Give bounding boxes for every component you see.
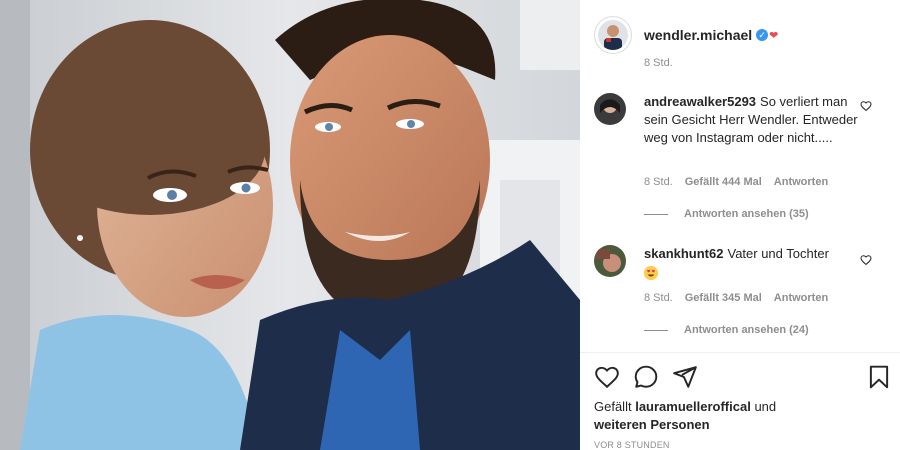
comment-button[interactable]	[633, 364, 659, 395]
post-sidebar: wendler.michael ✓ ❤ 8 Std. andreawalker5…	[580, 0, 900, 450]
verified-badge-icon: ✓	[756, 29, 769, 41]
liked-by-suffix: und	[754, 399, 777, 414]
comment-likes[interactable]: Gefällt 345 Mal	[685, 292, 762, 304]
comment-like-button[interactable]	[860, 99, 872, 117]
section-divider	[580, 352, 900, 353]
reply-button[interactable]: Antworten	[774, 292, 828, 304]
comment-likes[interactable]: Gefällt 444 Mal	[685, 176, 762, 188]
comment-username[interactable]: andreawalker5293	[644, 94, 756, 109]
replies-divider	[644, 213, 668, 215]
view-replies-button[interactable]: Antworten ansehen (35)	[644, 208, 809, 220]
comment-text: andreawalker5293 So verliert man sein Ges…	[644, 93, 858, 147]
view-replies-label: Antworten ansehen (24)	[684, 324, 809, 336]
heart-eyes-emoji-icon	[644, 265, 658, 280]
share-icon	[673, 366, 697, 388]
comment-meta: 8 Std. Gefällt 444 Mal Antworten	[644, 176, 828, 188]
view-replies-label: Antworten ansehen (35)	[684, 208, 809, 220]
post-author-username[interactable]: wendler.michael	[644, 27, 752, 43]
comment-meta: 8 Std. Gefällt 345 Mal Antworten	[644, 292, 828, 304]
save-button[interactable]	[866, 364, 892, 395]
comment-avatar[interactable]	[594, 245, 626, 277]
liked-by-prefix: Gefällt	[594, 399, 632, 414]
red-heart-emoji-icon: ❤	[769, 29, 779, 42]
comment-time: 8 Std.	[644, 176, 673, 188]
heart-icon	[860, 101, 872, 112]
post-timestamp[interactable]: VOR 8 STUNDEN	[594, 440, 670, 450]
like-button[interactable]	[594, 364, 620, 395]
comment-text: skankhunt62 Vater und Tochter	[644, 245, 858, 281]
comment-content: Vater und Tochter	[727, 246, 829, 261]
liked-by-others[interactable]: weiteren Personen	[594, 417, 710, 432]
share-button[interactable]	[672, 364, 698, 395]
liked-by-text: Gefällt lauramuelleroffical und weiteren…	[594, 398, 884, 434]
heart-icon	[860, 255, 872, 266]
view-replies-button[interactable]: Antworten ansehen (24)	[644, 324, 809, 336]
comment-item: skankhunt62 Vater und Tochter 8 Std. Gef…	[594, 245, 894, 345]
instagram-post: wendler.michael ✓ ❤ 8 Std. andreawalker5…	[0, 0, 900, 450]
post-time: 8 Std.	[644, 57, 673, 69]
comment-like-button[interactable]	[860, 253, 872, 271]
post-header: wendler.michael ✓ ❤	[594, 16, 778, 54]
comment-item: andreawalker5293 So verliert man sein Ges…	[594, 93, 894, 223]
comment-username[interactable]: skankhunt62	[644, 246, 723, 261]
post-author-avatar[interactable]	[594, 16, 632, 54]
liked-by-user[interactable]: lauramuelleroffical	[635, 399, 751, 414]
post-action-bar	[594, 364, 894, 392]
comment-avatar[interactable]	[594, 93, 626, 125]
replies-divider	[644, 329, 668, 331]
reply-button[interactable]: Antworten	[774, 176, 828, 188]
avatar	[598, 20, 628, 50]
comment-time: 8 Std.	[644, 292, 673, 304]
post-photo-image	[0, 0, 580, 450]
bookmark-icon	[869, 365, 889, 389]
heart-icon	[595, 366, 619, 389]
comment-icon	[634, 365, 658, 388]
post-photo[interactable]	[0, 0, 580, 450]
